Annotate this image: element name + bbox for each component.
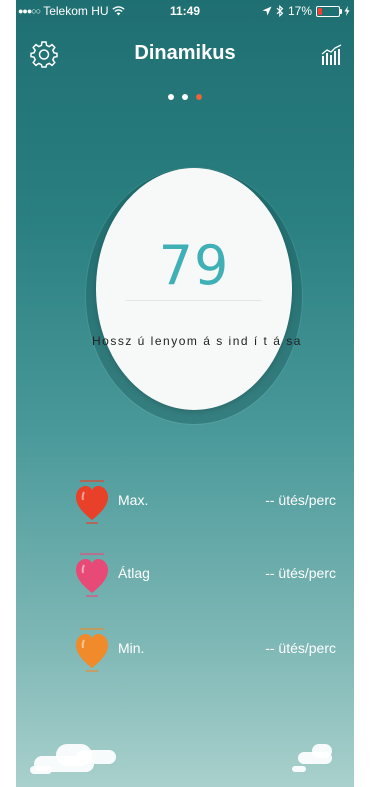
stat-value: -- ütés/perc bbox=[265, 492, 336, 508]
heart-rate-value: 79 bbox=[158, 234, 230, 297]
page-title: Dinamikus bbox=[134, 42, 236, 64]
stat-value: -- ütés/perc bbox=[265, 565, 336, 581]
app-screen: ●●●○○ Telekom HU 11:49 17% Dinamikus 79 … bbox=[16, 0, 354, 787]
page-dot[interactable] bbox=[168, 94, 174, 100]
page-indicator[interactable] bbox=[16, 94, 354, 100]
battery-icon bbox=[316, 5, 342, 17]
long-press-hint: Hossz ú lenyom á s ind í t á sa bbox=[92, 334, 302, 348]
stat-row-min: Min. -- ütés/perc bbox=[16, 626, 354, 674]
battery-percent: 17% bbox=[287, 4, 312, 18]
page-dot[interactable] bbox=[182, 94, 188, 100]
status-bar: ●●●○○ Telekom HU 11:49 17% bbox=[16, 0, 354, 20]
stat-label: Max. bbox=[118, 492, 149, 508]
stat-label: Min. bbox=[118, 640, 145, 656]
location-arrow-icon bbox=[262, 6, 272, 16]
divider bbox=[126, 300, 262, 301]
bluetooth-icon bbox=[276, 5, 284, 17]
measure-button[interactable]: 79 Hossz ú lenyom á s ind í t á sa bbox=[92, 168, 300, 410]
bar-chart-icon[interactable] bbox=[320, 42, 344, 66]
navigation-bar: Dinamikus bbox=[16, 36, 354, 72]
stat-label: Átlag bbox=[118, 565, 150, 581]
stat-row-average: Átlag -- ütés/perc bbox=[16, 551, 354, 599]
heart-icon bbox=[76, 480, 108, 524]
heart-icon bbox=[76, 628, 108, 672]
heart-icon bbox=[76, 553, 108, 597]
stat-value: -- ütés/perc bbox=[265, 640, 336, 656]
charging-bolt-icon bbox=[344, 6, 350, 16]
stat-row-max: Max. -- ütés/perc bbox=[16, 478, 354, 526]
page-dot-active[interactable] bbox=[196, 94, 202, 100]
status-right: 17% bbox=[262, 4, 350, 18]
